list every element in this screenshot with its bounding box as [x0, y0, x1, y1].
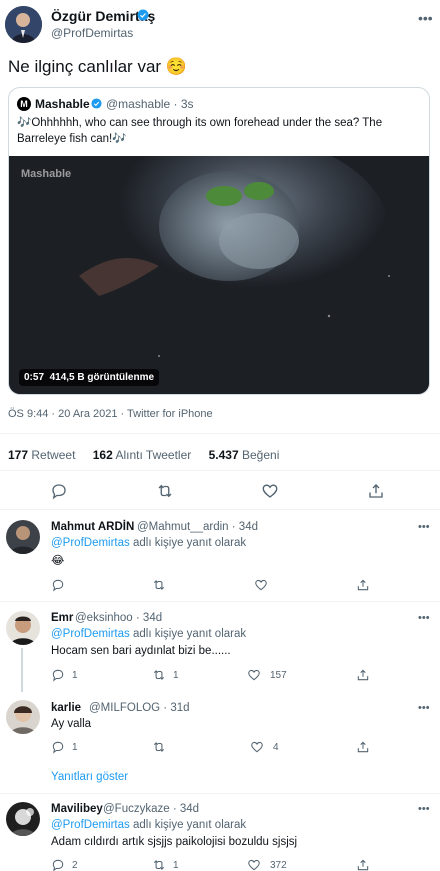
- divider: [0, 509, 440, 510]
- quote-text: 🎶Ohhhhhh, who can see through its own fo…: [17, 117, 383, 145]
- retweet-count[interactable]: 177: [8, 448, 28, 462]
- more-icon[interactable]: •••: [418, 803, 430, 815]
- divider: [0, 470, 440, 471]
- reply-handle-time[interactable]: @eksinhoo · 34d: [75, 612, 162, 624]
- retweet-icon[interactable]: [152, 668, 166, 682]
- video-views: 414,5 B görüntülenme: [49, 372, 155, 383]
- reply-handle-time[interactable]: @MILFOLOG · 31d: [89, 702, 190, 714]
- reply-count: 1: [72, 742, 78, 753]
- verified-icon: [137, 9, 149, 21]
- reply-avatar[interactable]: [6, 700, 40, 734]
- quote-handle-time: @mashable · 3s: [106, 97, 194, 111]
- video-thumbnail: [9, 156, 429, 394]
- divider: [0, 793, 440, 794]
- reply-icon[interactable]: [51, 668, 65, 682]
- like-count[interactable]: 5.437: [209, 448, 239, 462]
- share-icon[interactable]: [356, 668, 370, 682]
- like-icon[interactable]: [247, 668, 261, 682]
- retweet-icon[interactable]: [152, 578, 166, 592]
- reply-count: 2: [72, 860, 78, 871]
- media-watermark: Mashable: [21, 168, 72, 180]
- retweet-count: 1: [173, 670, 179, 681]
- more-icon[interactable]: •••: [418, 702, 430, 714]
- like-count: 372: [270, 860, 287, 871]
- reply-avatar[interactable]: [6, 520, 40, 554]
- show-replies-link[interactable]: Yanıtları göster: [51, 771, 128, 783]
- share-icon[interactable]: [356, 740, 370, 754]
- quote-avatar: M: [17, 97, 31, 111]
- reply-to-label: adlı kişiye yanıt olarak: [132, 819, 247, 831]
- reply-text: Hocam sen bari aydınlat bizi be......: [51, 645, 231, 657]
- reply-author-name[interactable]: Mavilibey: [51, 803, 103, 815]
- retweet-icon[interactable]: [156, 482, 174, 500]
- reply-icon[interactable]: [51, 578, 65, 592]
- retweet-icon[interactable]: [152, 740, 166, 754]
- reply-text: Adam cıldırdı artık sjsjjs paikolojisi b…: [51, 836, 298, 848]
- like-count: 4: [273, 742, 279, 753]
- quote-label[interactable]: Alıntı Tweetler: [115, 448, 191, 462]
- more-icon[interactable]: •••: [418, 521, 430, 533]
- share-icon[interactable]: [356, 858, 370, 871]
- share-icon[interactable]: [356, 578, 370, 592]
- retweet-icon[interactable]: [152, 858, 166, 871]
- reply-to-label: adlı kişiye yanıt olarak: [132, 537, 247, 549]
- share-icon[interactable]: [367, 482, 385, 500]
- reply-handle-time[interactable]: @Mahmut__ardin · 34d: [137, 521, 258, 533]
- quoted-tweet-card[interactable]: M Mashable @mashable · 3s 🎶Ohhhhhh, who …: [8, 87, 430, 395]
- quote-author-name: Mashable: [35, 97, 90, 111]
- like-icon[interactable]: [247, 858, 261, 871]
- reply-avatar[interactable]: [6, 802, 40, 836]
- reply-author-name[interactable]: Emr: [51, 612, 73, 624]
- divider: [0, 601, 440, 602]
- reply-count: 1: [72, 670, 78, 681]
- more-icon[interactable]: •••: [418, 612, 430, 624]
- video-duration: 0:57: [24, 372, 45, 383]
- retweet-label[interactable]: Retweet: [31, 448, 75, 462]
- reply-text: 😂: [51, 555, 65, 567]
- reply-handle-time[interactable]: @Fuczykaze · 34d: [103, 803, 199, 815]
- reply-to-handle[interactable]: @ProfDemirtas: [51, 819, 130, 831]
- like-label[interactable]: Beğeni: [242, 448, 279, 462]
- divider: [0, 433, 440, 434]
- thread-line: [21, 648, 23, 692]
- quote-count[interactable]: 162: [93, 448, 113, 462]
- more-icon[interactable]: •••: [418, 10, 433, 26]
- reply-icon[interactable]: [50, 482, 68, 500]
- reply-icon[interactable]: [51, 858, 65, 871]
- like-icon[interactable]: [250, 740, 264, 754]
- author-avatar[interactable]: [5, 6, 42, 43]
- like-icon[interactable]: [261, 482, 279, 500]
- reply-to-handle[interactable]: @ProfDemirtas: [51, 628, 130, 640]
- retweet-count: 1: [173, 860, 179, 871]
- reply-author-name[interactable]: karlie: [51, 702, 81, 714]
- tweet-stats: 177 Retweet 162 Alıntı Tweetler 5.437 Be…: [8, 448, 293, 462]
- like-count: 157: [270, 670, 287, 681]
- reply-avatar[interactable]: [6, 611, 40, 645]
- like-icon[interactable]: [254, 578, 268, 592]
- reply-to-handle[interactable]: @ProfDemirtas: [51, 537, 130, 549]
- reply-text: Ay valla: [51, 718, 92, 730]
- verified-icon: [91, 98, 102, 109]
- author-handle[interactable]: @ProfDemirtas: [51, 26, 133, 40]
- reply-to-label: adlı kişiye yanıt olarak: [132, 628, 247, 640]
- tweet-timestamp[interactable]: ÖS 9:44 · 20 Ara 2021 · Twitter for iPho…: [8, 408, 213, 420]
- tweet-text: Ne ilginç canlılar var ☺️: [8, 57, 187, 76]
- reply-icon[interactable]: [51, 740, 65, 754]
- video-player[interactable]: Mashable 0:57 414,5 B görüntülenme: [9, 156, 429, 394]
- video-info-badge: 0:57 414,5 B görüntülenme: [19, 369, 160, 386]
- reply-author-name[interactable]: Mahmut ARDİN: [51, 521, 134, 533]
